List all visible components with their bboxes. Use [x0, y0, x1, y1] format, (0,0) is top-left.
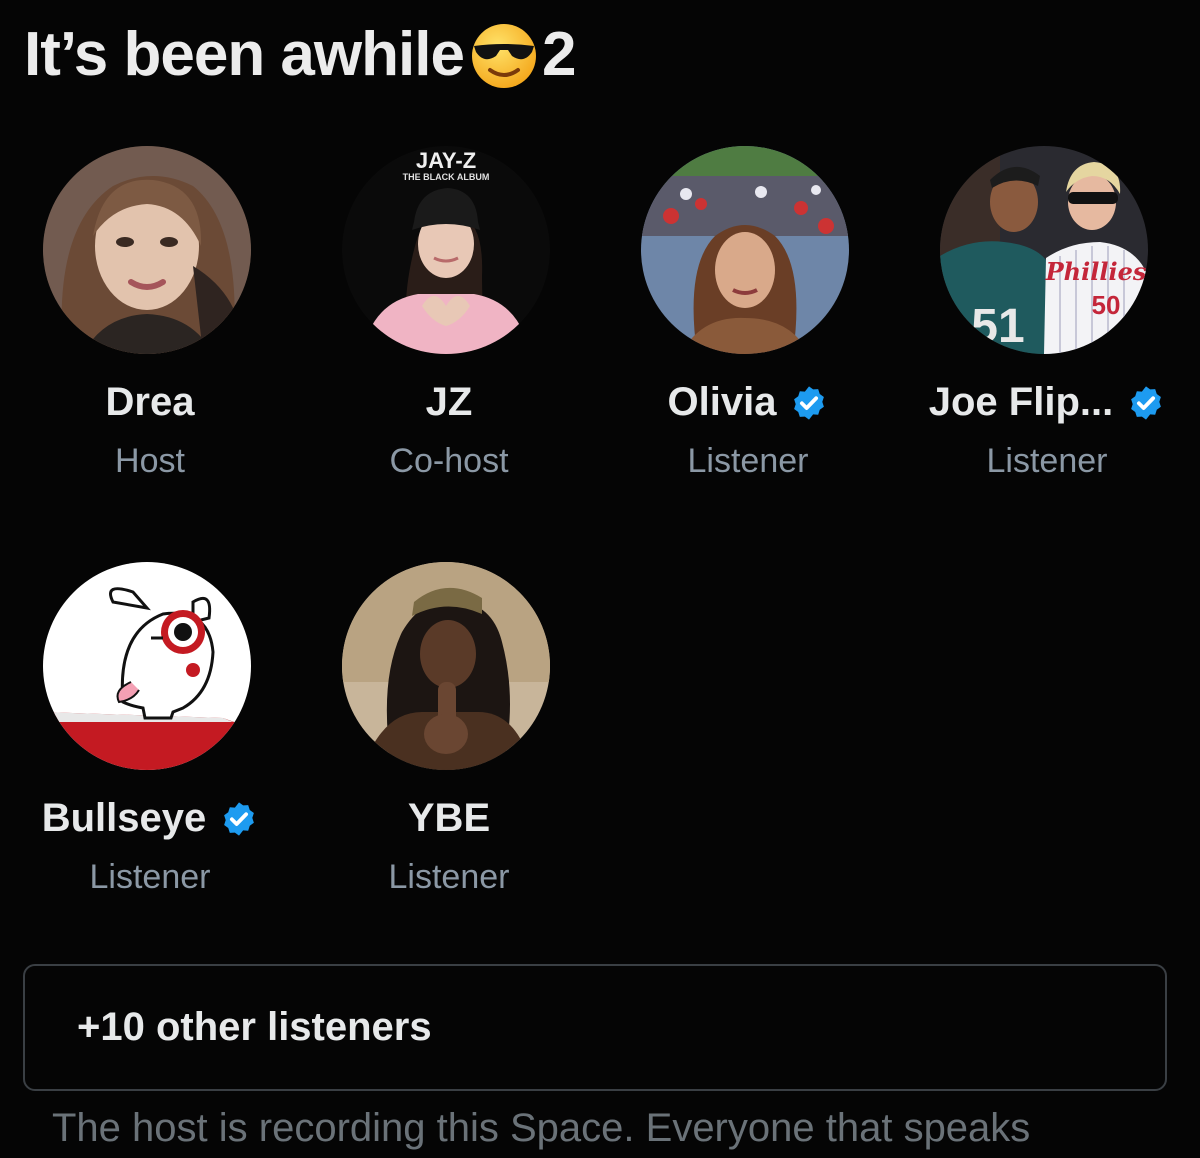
participant-name: Olivia: [667, 380, 777, 424]
participant-role: Listener: [89, 858, 211, 896]
participant-ybe[interactable]: YBE Listener: [299, 562, 599, 902]
space-title-text: It’s been awhile: [24, 19, 465, 89]
participant-name: Joe Flip...: [928, 380, 1114, 424]
avatar[interactable]: 51 Phillies 50: [940, 146, 1148, 354]
bullseye-dog-avatar-icon: [43, 562, 251, 770]
other-listeners-button[interactable]: +10 other listeners: [23, 964, 1167, 1091]
stadium-selfie-avatar-icon: [641, 146, 849, 354]
avatar[interactable]: [342, 562, 550, 770]
space-title: It’s been awhile 2: [24, 18, 576, 90]
black-album-woman-avatar-icon: JAY-Z THE BLACK ALBUM: [342, 146, 550, 354]
participant-role: Listener: [986, 442, 1108, 480]
participant-bullseye[interactable]: Bullseye Listener: [0, 562, 300, 902]
participant-name: YBE: [407, 796, 491, 840]
woman-portrait-avatar-icon: [43, 146, 251, 354]
other-listeners-label: +10 other listeners: [77, 1005, 432, 1049]
verified-badge-icon: [220, 800, 258, 838]
participant-role: Host: [115, 442, 185, 480]
participant-name: Bullseye: [41, 796, 207, 840]
participant-name: JZ: [425, 380, 473, 424]
avatar[interactable]: JAY-Z THE BLACK ALBUM: [342, 146, 550, 354]
participant-name: Drea: [105, 380, 195, 424]
verified-badge-icon: [790, 384, 828, 422]
verified-badge-icon: [1127, 384, 1165, 422]
avatar[interactable]: [43, 146, 251, 354]
jay-z-text: JAY-Z: [416, 148, 476, 173]
jersey-51-text: 51: [971, 300, 1024, 353]
participant-drea[interactable]: Drea Host: [0, 146, 300, 486]
recording-notice: The host is recording this Space. Everyo…: [52, 1106, 1031, 1150]
avatar[interactable]: [43, 562, 251, 770]
participant-joe-flip[interactable]: 51 Phillies 50 Joe Flip... Listener: [897, 146, 1197, 486]
space-details-page: It’s been awhile 2 Drea Host JAY-Z THE B…: [0, 0, 1200, 1158]
sunglasses-emoji-icon: [468, 18, 540, 90]
black-album-text: THE BLACK ALBUM: [403, 172, 490, 182]
participant-role: Listener: [388, 858, 510, 896]
space-title-suffix: 2: [541, 19, 576, 89]
jersey-50-text: 50: [1092, 290, 1121, 320]
participant-role: Listener: [687, 442, 809, 480]
phillies-text: Phillies: [1045, 257, 1147, 286]
participant-olivia[interactable]: Olivia Listener: [598, 146, 898, 486]
avatar[interactable]: [641, 146, 849, 354]
woman-braids-avatar-icon: [342, 562, 550, 770]
participant-jz[interactable]: JAY-Z THE BLACK ALBUM JZ Co-host: [299, 146, 599, 486]
participant-role: Co-host: [389, 442, 509, 480]
eagles-phillies-fans-avatar-icon: 51 Phillies 50: [940, 146, 1148, 354]
